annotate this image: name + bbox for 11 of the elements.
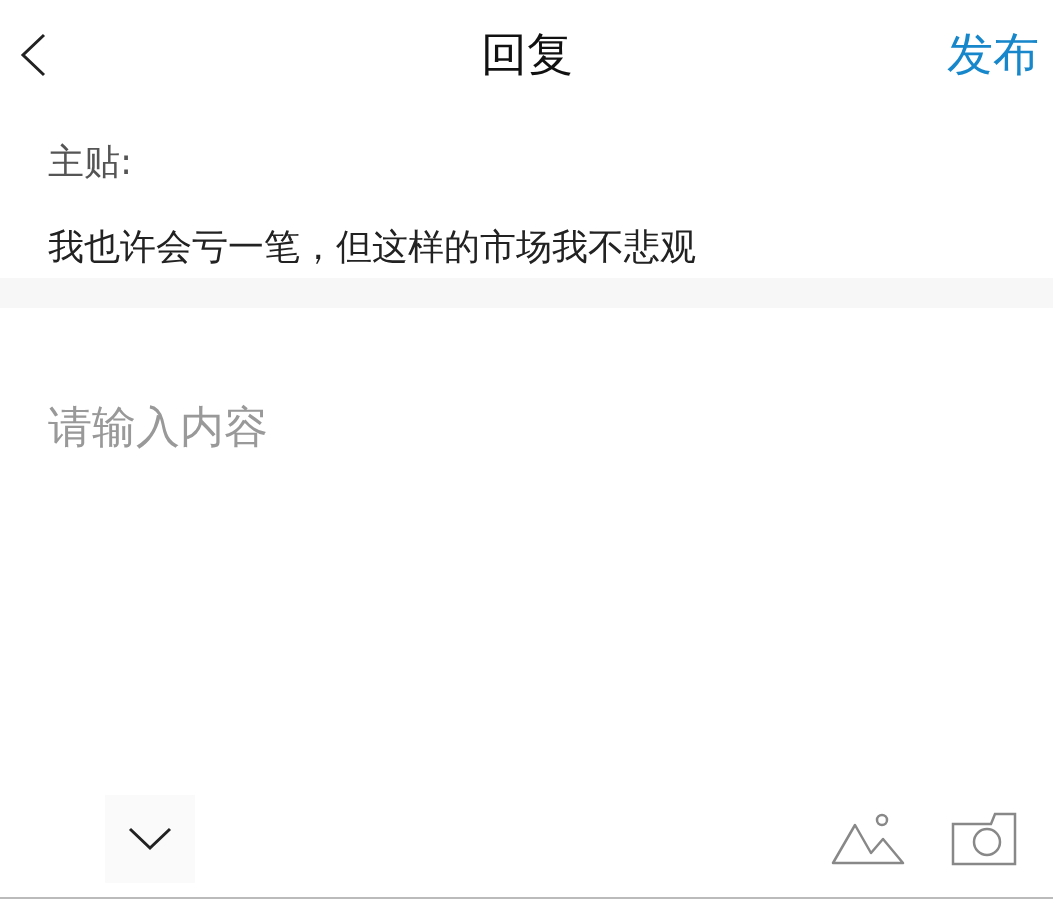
camera-icon: [951, 812, 1017, 866]
mountain-icon: [831, 813, 905, 865]
page-title: 回复: [480, 27, 573, 81]
reply-input-field[interactable]: 请输入内容: [48, 398, 1005, 698]
chevron-down-icon: [128, 827, 172, 851]
camera-button[interactable]: [951, 812, 1017, 866]
quote-label: 主贴:: [48, 140, 134, 184]
quoted-post-text: 我也许会亏一笔，但这样的市场我不悲观: [48, 225, 697, 269]
image-button[interactable]: [831, 813, 905, 865]
publish-button[interactable]: 发布: [947, 24, 1039, 86]
collapse-button[interactable]: [105, 795, 195, 883]
